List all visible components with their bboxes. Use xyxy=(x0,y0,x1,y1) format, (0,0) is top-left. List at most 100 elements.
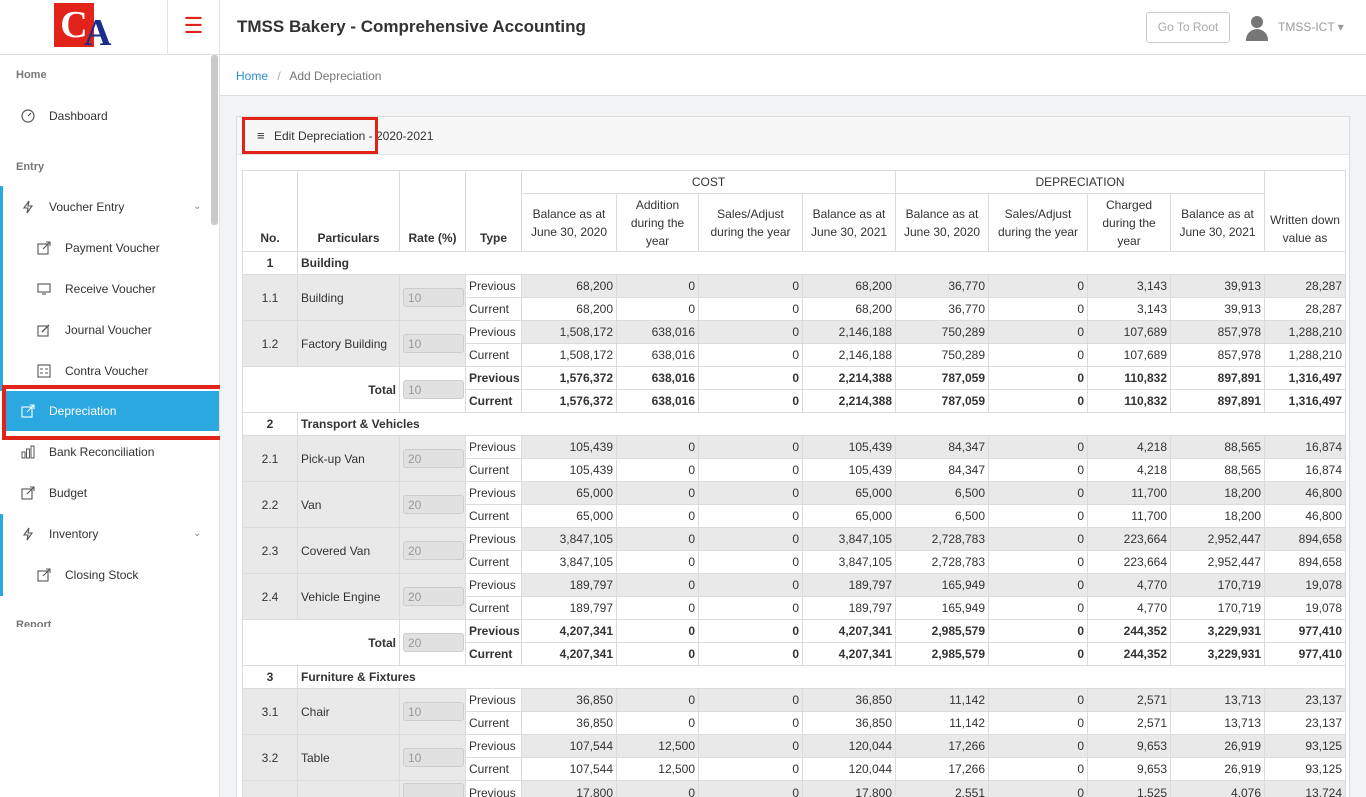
row-number: 2.2 xyxy=(242,481,298,528)
value-cell: 4,218 xyxy=(1087,435,1172,459)
value-cell: 19,078 xyxy=(1264,573,1347,597)
value-cell: 0 xyxy=(698,688,803,712)
particular-name: Vehicle Engine xyxy=(297,573,400,620)
value-cell: 894,658 xyxy=(1264,550,1347,574)
type-label: Previous xyxy=(465,435,522,459)
value-cell: 0 xyxy=(988,435,1089,459)
value-cell: 17,800 xyxy=(801,780,897,797)
app-title: TMSS Bakery - Comprehensive Accounting xyxy=(237,17,586,36)
value-cell: 1,316,497 xyxy=(1264,389,1347,413)
value-cell: 3,229,931 xyxy=(1170,642,1266,666)
value-cell: 23,137 xyxy=(1264,711,1347,735)
value-cell: 19,078 xyxy=(1264,596,1347,620)
value-cell: 787,059 xyxy=(895,389,990,413)
value-cell: 189,797 xyxy=(801,573,897,597)
sidebar-item-voucher-entry[interactable]: Voucher Entry ⌄ xyxy=(0,187,219,227)
value-cell: 0 xyxy=(988,780,1089,797)
value-cell: 638,016 xyxy=(616,320,699,344)
value-cell: 0 xyxy=(698,435,803,459)
value-cell: 787,059 xyxy=(895,366,990,390)
value-cell: 13,724 xyxy=(1264,780,1347,797)
value-cell: 0 xyxy=(988,274,1089,298)
bar-chart-icon xyxy=(21,445,35,459)
user-avatar-icon xyxy=(1244,14,1270,42)
value-cell: 110,832 xyxy=(1087,366,1172,390)
value-cell: 0 xyxy=(698,320,803,344)
sidebar-item-payment-voucher[interactable]: Payment Voucher xyxy=(0,228,219,268)
value-cell: 0 xyxy=(698,389,803,413)
rate-input[interactable] xyxy=(403,587,464,606)
sidebar-item-closing-stock[interactable]: Closing Stock xyxy=(0,555,219,595)
app-logo[interactable]: C A xyxy=(54,3,116,53)
rate-input[interactable] xyxy=(403,783,464,797)
rate-input[interactable] xyxy=(403,633,464,652)
total-row: TotalPrevious1,576,372638,01602,214,3887… xyxy=(242,366,1347,413)
rate-cell xyxy=(399,320,466,367)
sidebar-item-label: Dashboard xyxy=(49,109,108,123)
value-cell: 1,288,210 xyxy=(1264,343,1347,367)
sidebar-item-inventory[interactable]: Inventory ⌄ xyxy=(0,514,219,554)
value-cell: 0 xyxy=(698,297,803,321)
rate-input[interactable] xyxy=(403,380,464,399)
value-cell: 36,850 xyxy=(801,711,897,735)
table-row: Previous 17,800 0 0 17,800 2,551 0 1,525 4,076 13… xyxy=(242,780,1347,797)
sidebar-item-label: Payment Voucher xyxy=(65,241,160,255)
header-depreciation: DEPRECIATION xyxy=(895,170,1266,194)
value-cell: 107,689 xyxy=(1087,320,1172,344)
value-cell: 88,565 xyxy=(1170,458,1266,482)
value-cell: 9,653 xyxy=(1087,757,1172,781)
breadcrumb-current: Add Depreciation xyxy=(289,69,382,83)
sidebar-item-dashboard[interactable]: Dashboard xyxy=(0,96,219,136)
go-to-root-button[interactable]: Go To Root xyxy=(1146,12,1230,43)
rate-input[interactable] xyxy=(403,449,464,468)
top-bar: C A ☰ TMSS Bakery - Comprehensive Accoun… xyxy=(0,0,1366,55)
value-cell: 2,146,188 xyxy=(801,320,897,344)
value-cell: 0 xyxy=(616,619,699,643)
value-cell: 23,137 xyxy=(1264,688,1347,712)
export-icon xyxy=(21,486,35,500)
sidebar-item-label: Journal Voucher xyxy=(65,323,152,337)
export-icon xyxy=(37,568,51,582)
sidebar-item-budget[interactable]: Budget xyxy=(0,473,219,513)
sidebar-item-journal-voucher[interactable]: Journal Voucher xyxy=(0,310,219,350)
value-cell: 28,287 xyxy=(1264,274,1347,298)
value-cell: 88,565 xyxy=(1170,435,1266,459)
value-cell: 170,719 xyxy=(1170,573,1266,597)
rate-input[interactable] xyxy=(403,702,464,721)
particular-name: Covered Van xyxy=(297,527,400,574)
value-cell: 1,288,210 xyxy=(1264,320,1347,344)
rate-cell xyxy=(399,481,466,528)
breadcrumb-home-link[interactable]: Home xyxy=(236,69,268,83)
rate-input[interactable] xyxy=(403,495,464,514)
rate-input[interactable] xyxy=(403,748,464,767)
value-cell: 93,125 xyxy=(1264,734,1347,758)
header-rate: Rate (%) xyxy=(399,170,466,252)
value-cell: 244,352 xyxy=(1087,619,1172,643)
group-label: Building xyxy=(296,251,1347,275)
rate-input[interactable] xyxy=(403,334,464,353)
particular-name: Factory Building xyxy=(297,320,400,367)
value-cell: 857,978 xyxy=(1170,320,1266,344)
value-cell: 638,016 xyxy=(616,343,699,367)
depreciation-table: No. Particulars Rate (%) Type COST DEPRE… xyxy=(242,170,1347,797)
type-label: Previous xyxy=(465,481,522,505)
rate-input[interactable] xyxy=(403,541,464,560)
value-cell: 189,797 xyxy=(521,573,617,597)
value-cell: 4,207,341 xyxy=(801,619,897,643)
value-cell: 1,508,172 xyxy=(521,343,617,367)
value-cell: 39,913 xyxy=(1170,297,1266,321)
value-cell: 0 xyxy=(616,527,699,551)
value-cell: 0 xyxy=(616,435,699,459)
rate-cell xyxy=(399,734,466,781)
rate-cell xyxy=(399,435,466,482)
group-label: Furniture & Fixtures xyxy=(296,665,1347,689)
value-cell: 3,847,105 xyxy=(801,527,897,551)
value-cell: 107,544 xyxy=(521,757,617,781)
rate-input[interactable] xyxy=(403,288,464,307)
header-cost-closing: Balance as at June 30, 2021 xyxy=(801,193,897,252)
value-cell: 39,913 xyxy=(1170,274,1266,298)
value-cell: 11,700 xyxy=(1087,504,1172,528)
value-cell: 2,985,579 xyxy=(895,619,990,643)
sidebar-item-receive-voucher[interactable]: Receive Voucher xyxy=(0,269,219,309)
menu-toggle-icon[interactable]: ☰ xyxy=(168,0,220,55)
